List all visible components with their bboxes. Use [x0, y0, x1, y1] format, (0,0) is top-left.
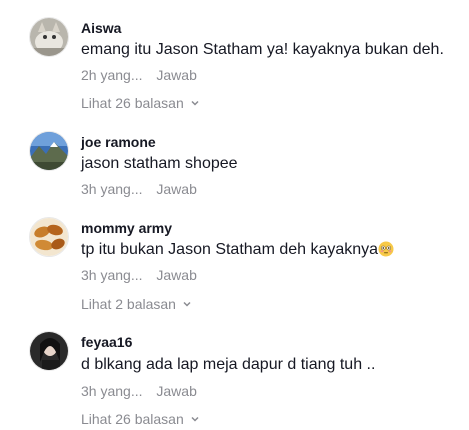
reply-button[interactable]: Jawab [156, 67, 196, 83]
comment-username[interactable]: joe ramone [81, 134, 156, 150]
comment-meta: 3h yang... Jawab [81, 383, 197, 399]
comment-meta: 2h yang... Jawab [81, 67, 197, 83]
comment-time: 3h yang... [81, 181, 143, 197]
view-replies-button[interactable]: Lihat 2 balasan [81, 296, 192, 312]
comment-text: emang itu Jason Statham ya! kayaknya buk… [81, 41, 444, 58]
avatar[interactable] [29, 131, 69, 171]
comment-username[interactable]: mommy army [81, 220, 172, 236]
mountain-avatar-icon [30, 132, 68, 170]
chevron-down-icon [190, 414, 200, 424]
view-replies-label: Lihat 26 balasan [81, 95, 184, 111]
comment-meta: 3h yang... Jawab [81, 267, 197, 283]
reply-button[interactable]: Jawab [156, 383, 196, 399]
view-replies-button[interactable]: Lihat 26 balasan [81, 95, 200, 111]
comment-text-body: tp itu bukan Jason Statham deh kayaknya [81, 241, 379, 258]
comment-time: 3h yang... [81, 267, 143, 283]
comment-text: tp itu bukan Jason Statham deh kayaknya [81, 241, 394, 259]
chevron-down-icon [182, 299, 192, 309]
avatar[interactable] [29, 331, 69, 371]
reply-button[interactable]: Jawab [156, 267, 196, 283]
comment-text: d blkang ada lap meja dapur d tiang tuh … [81, 356, 376, 373]
view-replies-button[interactable]: Lihat 26 balasan [81, 411, 200, 427]
view-replies-label: Lihat 26 balasan [81, 411, 184, 427]
avatar[interactable] [29, 217, 69, 257]
chevron-down-icon [190, 98, 200, 108]
comment-meta: 3h yang... Jawab [81, 181, 197, 197]
comment-text: jason statham shopee [81, 155, 238, 172]
cat-avatar-icon [30, 18, 68, 56]
comment-username[interactable]: feyaa16 [81, 334, 132, 350]
comment-time: 2h yang... [81, 67, 143, 83]
person-avatar-icon [30, 332, 68, 370]
comment-time: 3h yang... [81, 383, 143, 399]
flushed-face-emoji-icon [378, 241, 394, 257]
food-avatar-icon [30, 218, 68, 256]
view-replies-label: Lihat 2 balasan [81, 296, 176, 312]
reply-button[interactable]: Jawab [156, 181, 196, 197]
avatar[interactable] [29, 17, 69, 57]
comment-username[interactable]: Aiswa [81, 20, 121, 36]
